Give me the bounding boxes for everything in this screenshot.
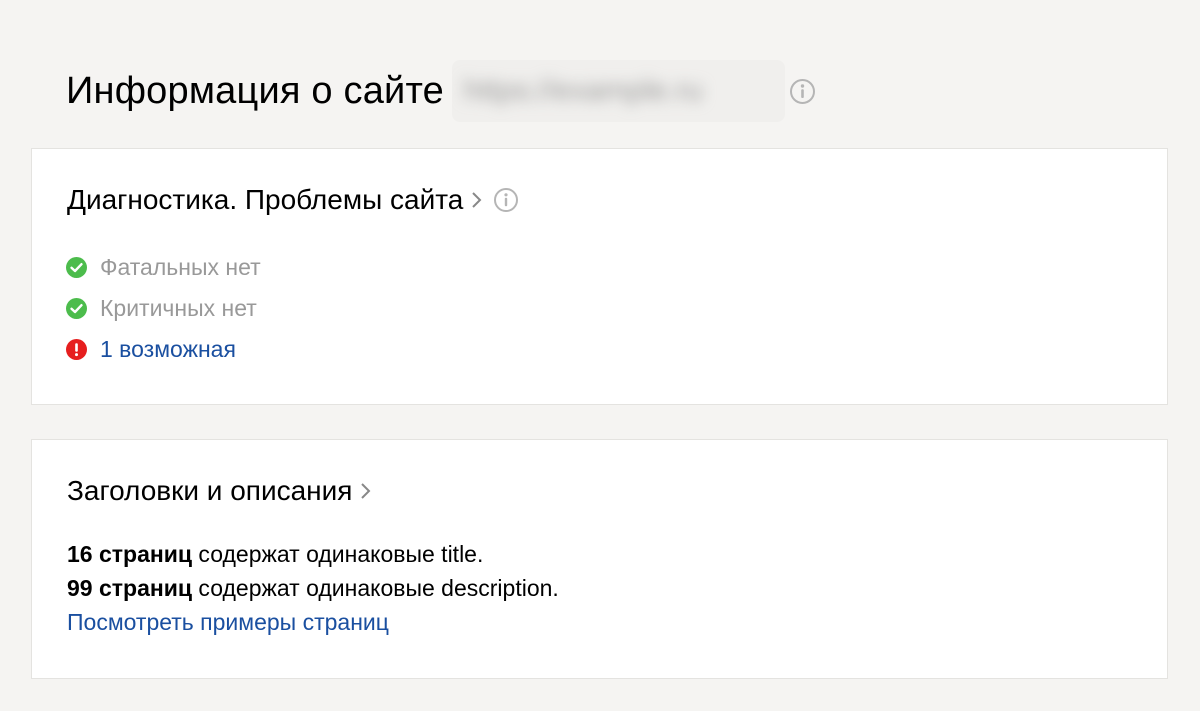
duplicate-titles-count: 16 страниц: [67, 541, 193, 567]
status-item-possible[interactable]: 1 возможная: [66, 329, 261, 370]
diagnostics-status-list: Фатальных нет Критичных нет 1 возможная: [66, 247, 261, 370]
site-url: https://example.ru: [463, 74, 703, 107]
page-title: Информация о сайте: [66, 70, 444, 112]
duplicates-summary: 16 страниц содержат одинаковые title. 99…: [67, 537, 559, 639]
titles-descriptions-title[interactable]: Заголовки и описания: [67, 477, 352, 505]
diagnostics-header[interactable]: Диагностика. Проблемы сайта: [67, 184, 519, 216]
titles-descriptions-card: Заголовки и описания 16 страниц содержат…: [31, 439, 1168, 679]
status-item-fatal: Фатальных нет: [66, 247, 261, 288]
duplicate-titles-line: 16 страниц содержат одинаковые title.: [67, 537, 559, 571]
status-label-critical: Критичных нет: [100, 295, 257, 321]
check-circle-icon: [66, 257, 87, 278]
exclamation-circle-icon: [66, 339, 87, 360]
site-url-redacted: https://example.ru: [451, 60, 785, 122]
duplicate-descriptions-text: содержат одинаковые description.: [192, 575, 559, 601]
page-header: Информация о сайте https://example.ru: [66, 56, 816, 126]
diagnostics-title[interactable]: Диагностика. Проблемы сайта: [67, 186, 463, 214]
info-icon[interactable]: [493, 187, 519, 213]
chevron-right-icon[interactable]: [360, 482, 371, 500]
possible-issues-link[interactable]: 1 возможная: [100, 338, 236, 361]
status-item-critical: Критичных нет: [66, 288, 261, 329]
diagnostics-card: Диагностика. Проблемы сайта Фатальных не…: [31, 148, 1168, 405]
duplicate-descriptions-line: 99 страниц содержат одинаковые descripti…: [67, 571, 559, 605]
check-circle-icon: [66, 298, 87, 319]
info-icon[interactable]: [789, 78, 816, 105]
duplicate-descriptions-count: 99 страниц: [67, 575, 193, 601]
titles-descriptions-header[interactable]: Заголовки и описания: [67, 475, 371, 507]
view-example-pages-link[interactable]: Посмотреть примеры страниц: [67, 605, 559, 639]
chevron-right-icon[interactable]: [471, 191, 482, 209]
status-label-fatal: Фатальных нет: [100, 254, 261, 280]
duplicate-titles-text: содержат одинаковые title.: [192, 541, 484, 567]
